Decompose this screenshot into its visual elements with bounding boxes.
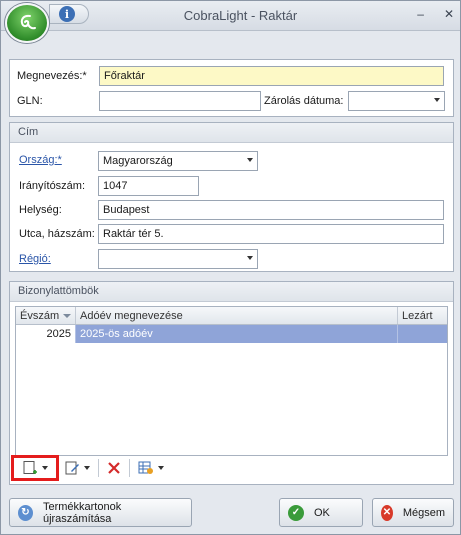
country-value: Magyarország bbox=[103, 155, 173, 167]
street-label: Utca, házszám: bbox=[19, 228, 95, 240]
blocks-grid: Évszám Adóév megnevezése Lezárt 2025 202… bbox=[15, 306, 448, 456]
address-group: Cím Ország:* Magyarország Irányítószám: … bbox=[9, 122, 454, 272]
toolbar-divider bbox=[98, 459, 99, 477]
chevron-down-icon[interactable] bbox=[247, 158, 253, 162]
close-button[interactable]: ✕ bbox=[444, 7, 454, 21]
chevron-down-icon[interactable] bbox=[84, 466, 90, 470]
country-label-link[interactable]: Ország:* bbox=[19, 154, 62, 166]
sort-down-icon bbox=[63, 314, 71, 318]
city-label: Helység: bbox=[19, 204, 62, 216]
minimize-button[interactable]: – bbox=[417, 7, 424, 21]
new-document-icon bbox=[23, 461, 37, 474]
title-bar: i CobraLight - Raktár – ✕ bbox=[1, 1, 460, 31]
lock-date-label: Zárolás dátuma: bbox=[264, 95, 344, 107]
street-input[interactable]: Raktár tér 5. bbox=[98, 224, 444, 244]
zip-label: Irányítószám: bbox=[19, 180, 86, 192]
delete-block-button[interactable] bbox=[102, 457, 126, 479]
column-year-label: Évszám bbox=[20, 310, 60, 322]
recalc-product-cards-button[interactable]: ↻ Termékkartonok újraszámítása bbox=[9, 498, 192, 527]
column-header-year[interactable]: Évszám bbox=[16, 307, 76, 324]
gln-input[interactable] bbox=[99, 91, 261, 111]
cell-closed[interactable] bbox=[398, 325, 447, 343]
edit-block-button[interactable] bbox=[59, 457, 95, 479]
view-options-button[interactable] bbox=[133, 457, 169, 479]
lock-date-picker[interactable] bbox=[348, 91, 445, 111]
ok-label: OK bbox=[314, 506, 330, 519]
general-group: Megnevezés:* Főraktár GLN: Zárolás dátum… bbox=[9, 59, 454, 117]
column-header-closed[interactable]: Lezárt bbox=[398, 307, 447, 324]
region-label-link[interactable]: Régió: bbox=[19, 253, 51, 265]
name-input[interactable]: Főraktár bbox=[99, 66, 444, 86]
document-blocks-header: Bizonylattömbök bbox=[10, 282, 453, 302]
chevron-down-icon[interactable] bbox=[42, 466, 48, 470]
table-row[interactable]: 2025 2025-ös adóév bbox=[16, 325, 447, 343]
chevron-down-icon[interactable] bbox=[158, 466, 164, 470]
refresh-icon: ↻ bbox=[18, 504, 33, 521]
warehouse-dialog: i CobraLight - Raktár – ✕ Megnevezés:* F… bbox=[0, 0, 461, 535]
gln-label: GLN: bbox=[17, 95, 43, 107]
cell-name[interactable]: 2025-ös adóév bbox=[76, 325, 398, 343]
name-label: Megnevezés:* bbox=[17, 70, 87, 82]
address-header: Cím bbox=[10, 123, 453, 143]
cancel-icon: ✕ bbox=[381, 504, 393, 521]
window-title: CobraLight - Raktár bbox=[183, 8, 298, 23]
chevron-down-icon[interactable] bbox=[247, 256, 253, 260]
cell-year[interactable]: 2025 bbox=[16, 325, 76, 343]
app-logo-icon[interactable] bbox=[5, 3, 49, 43]
recalc-label: Termékkartonok újraszámítása bbox=[42, 500, 122, 525]
column-header-name[interactable]: Adóév megnevezése bbox=[76, 307, 398, 324]
document-blocks-group: Bizonylattömbök Évszám Adóév megnevezése… bbox=[9, 281, 454, 485]
new-block-button[interactable] bbox=[17, 457, 53, 479]
grid-view-icon bbox=[138, 461, 153, 474]
zip-input[interactable]: 1047 bbox=[98, 176, 199, 196]
edit-icon bbox=[65, 461, 79, 475]
blocks-toolbar bbox=[11, 455, 169, 481]
checkmark-icon: ✓ bbox=[288, 504, 304, 521]
ok-button[interactable]: ✓ OK bbox=[279, 498, 363, 527]
grid-header: Évszám Adóév megnevezése Lezárt bbox=[16, 307, 447, 325]
new-button-highlight bbox=[11, 455, 59, 481]
toolbar-divider bbox=[129, 459, 130, 477]
cancel-label: Mégsem bbox=[402, 506, 445, 519]
chevron-down-icon[interactable] bbox=[434, 98, 440, 102]
cancel-button[interactable]: ✕ Mégsem bbox=[372, 498, 454, 527]
country-select[interactable]: Magyarország bbox=[98, 151, 258, 171]
delete-icon bbox=[108, 462, 120, 474]
region-select[interactable] bbox=[98, 249, 258, 269]
city-input[interactable]: Budapest bbox=[98, 200, 444, 220]
